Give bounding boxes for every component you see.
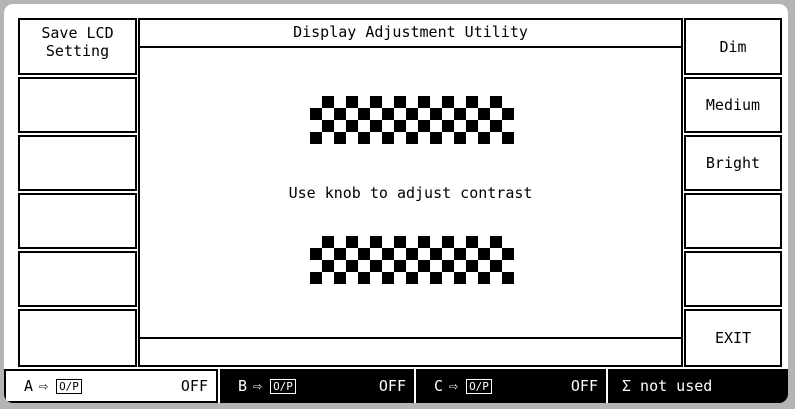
softkey-left-3[interactable] (18, 135, 137, 191)
channel-c-status: C ⇨ O/P OFF (414, 369, 606, 403)
channel-a-state: OFF (180, 377, 208, 395)
arrow-right-icon: ⇨ (39, 377, 49, 395)
arrow-right-icon: ⇨ (449, 377, 459, 395)
channel-b-state: OFF (378, 377, 406, 395)
message-line (140, 337, 681, 365)
exit-button[interactable]: EXIT (684, 309, 782, 367)
contrast-test-pattern-top (310, 96, 514, 144)
bright-button[interactable]: Bright (684, 135, 782, 191)
channel-a-label: A (24, 377, 34, 395)
contrast-test-pattern-bottom (310, 236, 514, 284)
channel-c-state: OFF (570, 377, 598, 395)
output-icon: O/P (270, 378, 296, 394)
dim-button[interactable]: Dim (684, 18, 782, 75)
medium-button[interactable]: Medium (684, 77, 782, 133)
lcd-screen: Save LCD Setting Display Adjustment Util… (4, 4, 788, 403)
page-title: Display Adjustment Utility (140, 20, 681, 48)
lcd-display: Save LCD Setting Display Adjustment Util… (4, 4, 788, 403)
softkey-right-4[interactable] (684, 193, 782, 249)
output-icon: O/P (56, 378, 82, 394)
main-panel: Display Adjustment Utility Use knob to a… (138, 18, 683, 367)
channel-status-bar: A ⇨ O/P OFF B ⇨ O/P OFF C ⇨ O/P OFF Σ not used (4, 369, 788, 403)
arrow-right-icon: ⇨ (253, 377, 263, 395)
instruction-text: Use knob to adjust contrast (288, 184, 533, 202)
output-icon: O/P (466, 378, 492, 394)
channel-b-label: B (238, 377, 248, 395)
channel-b-status: B ⇨ O/P OFF (218, 369, 414, 403)
channel-c-label: C (434, 377, 444, 395)
softkey-left-4[interactable] (18, 193, 137, 249)
softkey-left-1[interactable]: Save LCD Setting (18, 18, 137, 75)
softkey-left-5[interactable] (18, 251, 137, 307)
softkey-left-6[interactable] (18, 309, 137, 367)
softkey-right-5[interactable] (684, 251, 782, 307)
sigma-status: Σ not used (606, 369, 788, 403)
sigma-status-text: Σ not used (622, 377, 713, 395)
channel-a-status: A ⇨ O/P OFF (4, 369, 218, 403)
softkey-left-2[interactable] (18, 77, 137, 133)
